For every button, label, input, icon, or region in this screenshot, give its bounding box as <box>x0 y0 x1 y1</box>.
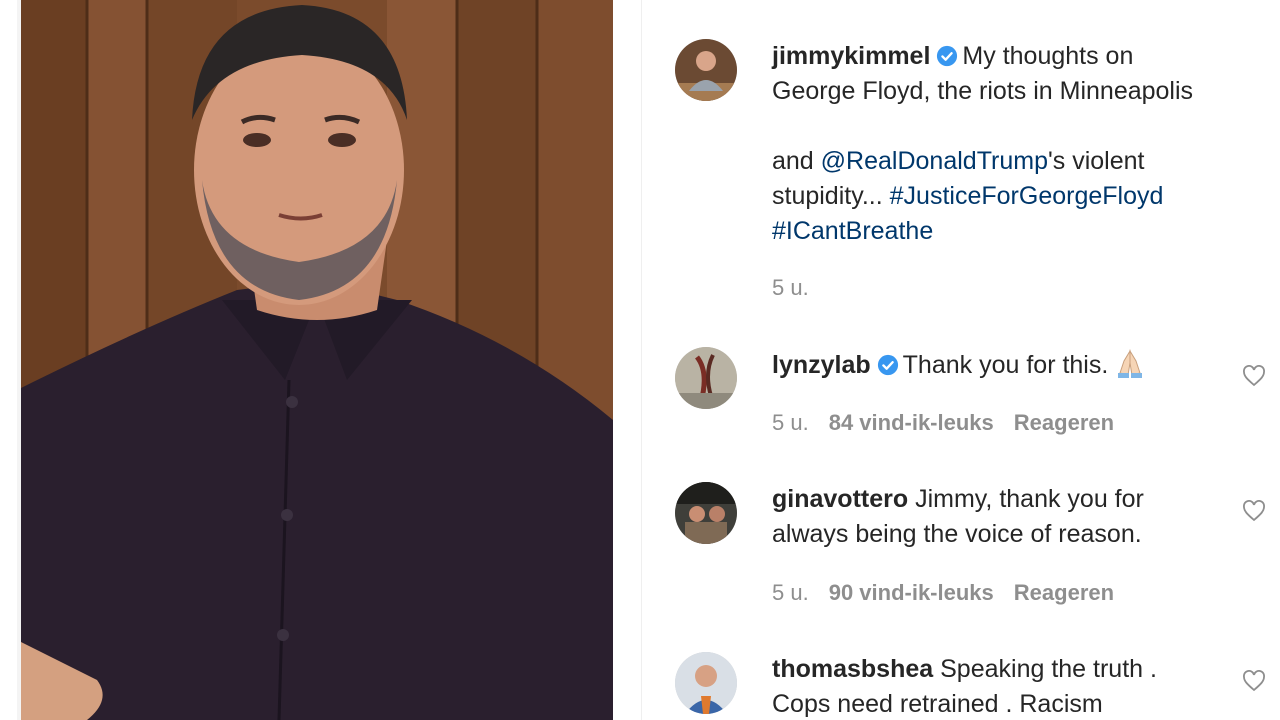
avatar-image <box>675 347 737 409</box>
verified-badge-icon <box>937 45 958 67</box>
caption-text: stupidity... <box>772 182 883 210</box>
avatar[interactable] <box>675 652 737 714</box>
heart-icon[interactable] <box>1242 365 1266 387</box>
folded-hands-emoji-icon <box>1118 349 1143 378</box>
avatar-image <box>675 652 737 714</box>
comments-panel[interactable]: jimmykimmel My thoughts on George Floyd, … <box>642 0 1280 720</box>
caption-text: My thoughts on <box>962 42 1134 70</box>
reply-button[interactable]: Reageren <box>1014 580 1114 605</box>
comment-likes[interactable]: 90 vind-ik-leuks <box>829 580 994 605</box>
post-username[interactable]: jimmykimmel <box>772 42 930 70</box>
comment-text: Cops need retrained . Racism <box>772 690 1103 718</box>
avatar-image <box>675 482 737 544</box>
comment-username[interactable]: thomasbshea <box>772 655 933 683</box>
post-photo[interactable] <box>17 0 613 720</box>
person-photo-illustration <box>17 0 613 720</box>
comment-username[interactable]: lynzylab <box>772 351 871 379</box>
comment-timestamp[interactable]: 5 u. <box>772 410 809 435</box>
caption-text: George Floyd, the riots in Minneapolis <box>772 77 1194 105</box>
verified-badge-icon <box>877 354 898 376</box>
post-media <box>0 0 641 720</box>
hashtag-link[interactable]: #JusticeForGeorgeFloyd <box>890 182 1164 210</box>
mention-link[interactable]: @RealDonaldTrump <box>821 147 1048 175</box>
comment-text: Jimmy, thank you for <box>915 485 1144 513</box>
avatar-image <box>675 39 737 101</box>
avatar[interactable] <box>675 39 737 101</box>
avatar[interactable] <box>675 347 737 409</box>
reply-button[interactable]: Reageren <box>1014 410 1114 435</box>
hashtag-link[interactable]: #ICantBreathe <box>772 217 933 245</box>
comment-text: always being the voice of reason. <box>772 520 1142 548</box>
caption-text: 's violent <box>1048 147 1145 175</box>
comment-timestamp[interactable]: 5 u. <box>772 580 809 605</box>
comment-text: Thank you for this. <box>902 351 1109 379</box>
post-timestamp[interactable]: 5 u. <box>772 275 809 300</box>
heart-icon[interactable] <box>1242 670 1266 692</box>
comment-text: Speaking the truth . <box>940 655 1157 683</box>
caption-text: and <box>772 147 814 175</box>
comment-username[interactable]: ginavottero <box>772 485 908 513</box>
avatar[interactable] <box>675 482 737 544</box>
heart-icon[interactable] <box>1242 500 1266 522</box>
comment-likes[interactable]: 84 vind-ik-leuks <box>829 410 994 435</box>
